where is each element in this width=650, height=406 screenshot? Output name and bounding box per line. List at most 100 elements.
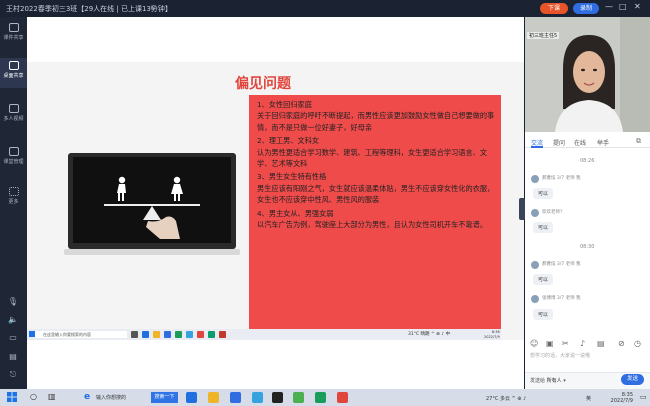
record-button[interactable]: 录制 [573, 3, 599, 14]
shared-status: 31°C 晴朗 ^ ⊕ ♪ 中 [408, 332, 451, 337]
close-icon[interactable]: ✕ [634, 2, 641, 11]
folder-icon[interactable] [208, 392, 219, 403]
app-icon[interactable] [293, 392, 304, 403]
chat-user: 张傅博 3/7 老师 我 [542, 296, 581, 301]
app-icon [197, 331, 204, 338]
taskview-icon[interactable]: ▥ [48, 392, 56, 401]
sidebar-item-courseware[interactable]: 课件共享 [0, 20, 27, 50]
sidebar-item-label: 更多 [8, 199, 19, 205]
slide-content-box: 1、女性回归家庭 关于回归家庭的呼吁不断提起，而男性应该更加鼓励女性做自己想要做… [249, 95, 501, 330]
window-title: 王村2022春季初三3班【29人在线 | 已上课13分钟】 [6, 5, 172, 13]
image-icon[interactable]: ▣ [546, 339, 554, 348]
avatar [531, 175, 539, 183]
point-1: 1、女性回归家庭 关于回归家庭的呼吁不断提起，而男性应该更加鼓励女性做自己想要做… [257, 100, 495, 132]
settings-icon[interactable]: ⚙ [150, 4, 156, 12]
app-icon [208, 331, 215, 338]
sidebar-item-more[interactable]: 更多 [0, 184, 27, 214]
chat-user: 欢欢老师? [542, 210, 563, 215]
avatar [531, 261, 539, 269]
chat-tabs [525, 134, 650, 148]
tab-hands-up[interactable]: 举手 [597, 138, 609, 147]
shared-date: 2022/7/9 [484, 334, 500, 339]
point-2: 2、理工男、文科女 认为男性更适合学习数学、建筑、工程等理科，女生更适合学习语言… [257, 136, 488, 169]
emoji-icon[interactable]: ☺ [530, 339, 538, 348]
chat-message: 可以 [533, 222, 554, 233]
app-icon [175, 331, 182, 338]
classroom-manage-icon [8, 147, 19, 156]
chat-user: 郝曹炫 3/7 老师 我 [542, 262, 581, 267]
taskbar-date: 2022/7/9 [610, 398, 633, 404]
penguin-icon[interactable] [272, 392, 283, 403]
courseware-icon [8, 23, 19, 32]
slide-title: 偏见问题 [235, 76, 291, 92]
chevron-down-icon: ▾ [563, 378, 566, 384]
powerpoint-icon [219, 331, 226, 338]
point-4: 4、男主女从、男强女弱 以汽车广告为例，驾驶座上大部分为男性，且认为女性司机开车… [257, 208, 488, 230]
speaker-icon[interactable]: 🔈 [7, 315, 19, 325]
weather-status: 27°C 多云 ^ ⊕ ♪ [486, 396, 527, 402]
taskview-icon [131, 331, 138, 338]
active-tab-indicator [531, 146, 543, 148]
sidebar-item-label: 桌面共享 [3, 73, 24, 79]
folder-icon [153, 331, 160, 338]
sidebar-item-label: 课件共享 [3, 35, 24, 41]
chat-input[interactable]: 想学习的话，大家说一说哦 [530, 352, 590, 359]
sidebar-item-desktop-share[interactable]: 桌面共享 [0, 58, 27, 88]
chat-message: 可以 [533, 309, 554, 320]
popout-icon[interactable]: ⧉ [636, 137, 641, 146]
search-icon[interactable]: ○ [30, 392, 37, 401]
mute-icon[interactable]: ⊘ [618, 339, 625, 348]
laptop-balance-image [64, 153, 240, 255]
chat-message: 可以 [533, 274, 554, 285]
avatar [531, 209, 539, 217]
send-to-value: 所有人 [546, 378, 562, 384]
grid-more-icon [8, 187, 19, 196]
maximize-icon[interactable]: □ [619, 2, 627, 11]
exit-icon[interactable]: ⎋ [7, 370, 19, 380]
taskbar-search-button[interactable]: 搜索一下 [151, 392, 178, 403]
sidebar-item-multi-video[interactable]: 多人视频 [0, 101, 27, 131]
shared-search-box: 在这里输入你要搜索的内容 [35, 331, 127, 338]
desktop-share-icon [8, 61, 19, 70]
microphone-icon[interactable]: 🎙 [7, 297, 19, 307]
input-language[interactable]: 英 [586, 395, 591, 402]
edge-icon[interactable] [186, 392, 197, 403]
end-class-button[interactable]: 下课 [540, 3, 568, 14]
sidebar-item-label: 多人视频 [3, 116, 24, 122]
tab-question[interactable]: 提问 [553, 138, 565, 147]
gift-icon[interactable]: ▤ [597, 339, 605, 348]
sidebar-item-label: 课堂管理 [3, 159, 24, 165]
shared-clock: 8:36 2022/7/9 [484, 330, 500, 339]
video-label: 初三班主任5 [527, 32, 560, 39]
store-icon [164, 331, 171, 338]
chat-user: 郝曹炫 3/7 老师 我 [542, 176, 581, 181]
app-icon[interactable] [337, 392, 348, 403]
scissors-icon[interactable]: ✂ [562, 339, 569, 348]
ie-icon[interactable]: e [84, 392, 90, 402]
notification-icon[interactable]: ▭ [640, 393, 647, 401]
taskbar-search-input[interactable]: 输入你想搜的 [96, 394, 126, 401]
send-to-label: 发送给 [530, 378, 546, 384]
video-icon [8, 104, 19, 113]
microphone-icon[interactable]: ♪ [580, 339, 585, 348]
clock-icon[interactable]: ◷ [634, 339, 641, 348]
point-3: 3、男生女生特有性格 男生应该有阳刚之气，女生就应该温柔体贴，男生不应该穿女性化… [257, 172, 495, 205]
app-icon [186, 331, 193, 338]
send-button[interactable]: 发送 [621, 374, 644, 385]
app-icon[interactable] [315, 392, 326, 403]
app-icon[interactable] [252, 392, 263, 403]
sidebar-item-class-manage[interactable]: 课堂管理 [0, 144, 27, 174]
windows-start-icon[interactable] [7, 392, 17, 402]
avatar [531, 295, 539, 303]
minimize-icon[interactable]: — [605, 2, 613, 11]
taskbar-clock[interactable]: 8:35 2022/7/9 [603, 392, 633, 404]
chat-time: 08:30 [580, 244, 595, 250]
store-icon[interactable] [230, 392, 241, 403]
tab-online[interactable]: 在线 [574, 138, 586, 147]
chat-time: 08:26 [580, 158, 595, 164]
send-to-select[interactable]: 发送给 所有人 ▾ [530, 377, 566, 384]
edge-icon [142, 331, 149, 338]
camera-icon[interactable]: ▭ [7, 333, 19, 343]
chat-message: 可以 [533, 188, 554, 199]
chat-icon[interactable]: ▤ [7, 352, 19, 362]
